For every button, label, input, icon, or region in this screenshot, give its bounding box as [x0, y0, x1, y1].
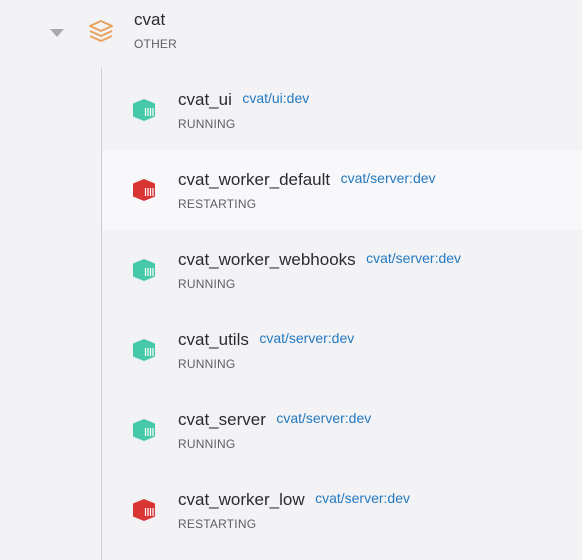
container-status: RUNNING — [178, 437, 236, 451]
container-name-line: cvat_utils cvat/server:dev — [178, 330, 354, 350]
container-name-line: cvat_server cvat/server:dev — [178, 410, 371, 430]
container-name: cvat_server — [178, 410, 266, 429]
container-name-line: cvat_worker_webhooks cvat/server:dev — [178, 250, 461, 270]
group-type-label: OTHER — [134, 37, 177, 51]
container-icon — [133, 499, 155, 521]
container-row-cvat-worker-default[interactable]: cvat_worker_default cvat/server:dev REST… — [102, 150, 582, 230]
group-header-cvat[interactable]: cvat OTHER — [0, 0, 582, 66]
container-name-line: cvat_worker_low cvat/server:dev — [178, 490, 410, 510]
container-icon — [133, 179, 155, 201]
layers-stack-icon — [89, 20, 113, 42]
container-image-link[interactable]: cvat/server:dev — [341, 170, 436, 186]
container-icon — [133, 419, 155, 441]
caret-down-icon[interactable] — [50, 29, 64, 37]
container-status: RESTARTING — [178, 197, 257, 211]
container-row-cvat-server[interactable]: cvat_server cvat/server:dev RUNNING — [102, 390, 582, 470]
container-name: cvat_worker_webhooks — [178, 250, 356, 269]
container-image-link[interactable]: cvat/ui:dev — [242, 90, 309, 106]
container-row-cvat-utils[interactable]: cvat_utils cvat/server:dev RUNNING — [102, 310, 582, 390]
container-image-link[interactable]: cvat/server:dev — [276, 410, 371, 426]
container-row-cvat-ui[interactable]: cvat_ui cvat/ui:dev RUNNING — [102, 70, 582, 150]
container-icon — [133, 259, 155, 281]
container-name: cvat_worker_default — [178, 170, 331, 189]
container-status: RUNNING — [178, 117, 236, 131]
container-list-page: cvat OTHER cvat_ui cvat/ui:dev RUNNING c… — [0, 0, 582, 560]
container-icon — [133, 99, 155, 121]
container-image-link[interactable]: cvat/server:dev — [315, 490, 410, 506]
container-name-line: cvat_worker_default cvat/server:dev — [178, 170, 436, 190]
container-image-link[interactable]: cvat/server:dev — [259, 330, 354, 346]
container-name: cvat_ui — [178, 90, 232, 109]
container-icon — [133, 339, 155, 361]
container-status: RUNNING — [178, 357, 236, 371]
container-name-line: cvat_ui cvat/ui:dev — [178, 90, 309, 110]
container-status: RUNNING — [178, 277, 236, 291]
container-row-cvat-worker-webhooks[interactable]: cvat_worker_webhooks cvat/server:dev RUN… — [102, 230, 582, 310]
container-image-link[interactable]: cvat/server:dev — [366, 250, 461, 266]
container-name: cvat_worker_low — [178, 490, 305, 509]
group-name: cvat — [134, 10, 166, 29]
container-name: cvat_utils — [178, 330, 249, 349]
container-status: RESTARTING — [178, 517, 257, 531]
container-row-cvat-worker-low[interactable]: cvat_worker_low cvat/server:dev RESTARTI… — [102, 470, 582, 550]
